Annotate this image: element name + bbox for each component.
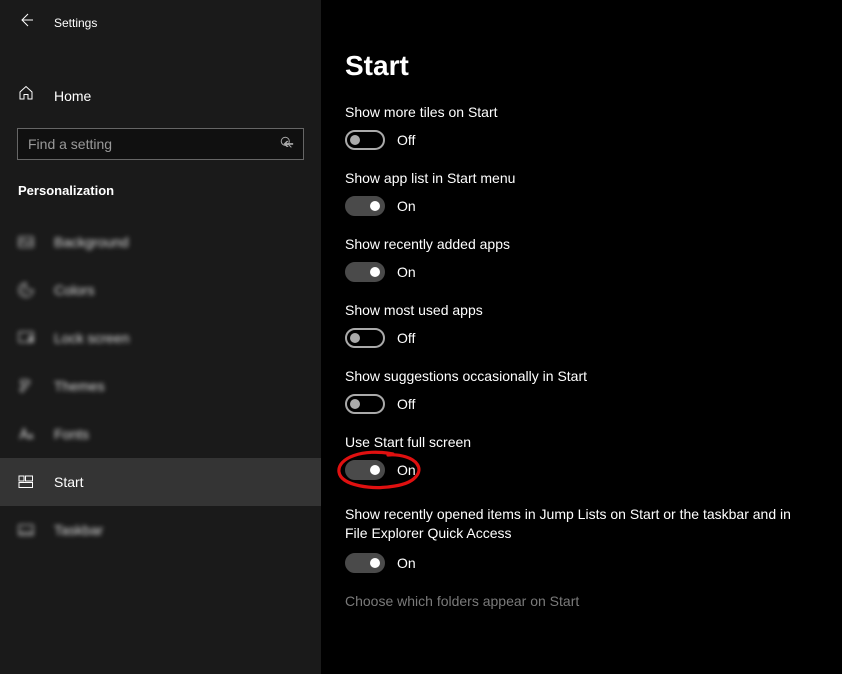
home-label: Home bbox=[54, 88, 91, 104]
page-title: Start bbox=[345, 50, 818, 82]
sidebar-item-start[interactable]: Start bbox=[0, 458, 321, 506]
setting-jump-lists: Show recently opened items in Jump Lists… bbox=[345, 505, 818, 573]
toggle-full-screen[interactable] bbox=[345, 460, 385, 480]
toggle-state: On bbox=[397, 462, 416, 478]
nav-label: Fonts bbox=[54, 426, 89, 442]
toggle-most-used[interactable] bbox=[345, 328, 385, 348]
setting-label: Show app list in Start menu bbox=[345, 170, 818, 186]
setting-label: Use Start full screen bbox=[345, 434, 818, 450]
fonts-icon bbox=[18, 426, 34, 442]
setting-most-used: Show most used apps Off bbox=[345, 302, 818, 348]
setting-recently-added: Show recently added apps On bbox=[345, 236, 818, 282]
colors-icon bbox=[18, 282, 34, 298]
sidebar: Settings Home ➔︎ Personalization Backgro… bbox=[0, 0, 321, 674]
setting-label: Show more tiles on Start bbox=[345, 104, 818, 120]
sidebar-item-background[interactable]: Background bbox=[0, 218, 321, 266]
search-box[interactable]: ➔︎ bbox=[17, 128, 304, 160]
toggle-state: On bbox=[397, 198, 416, 214]
main-content: Start Show more tiles on Start Off Show … bbox=[321, 0, 842, 674]
taskbar-icon bbox=[18, 522, 34, 538]
setting-suggestions: Show suggestions occasionally in Start O… bbox=[345, 368, 818, 414]
setting-label: Show suggestions occasionally in Start bbox=[345, 368, 818, 384]
setting-label: Show recently added apps bbox=[345, 236, 818, 252]
search-input[interactable] bbox=[28, 136, 283, 152]
toggle-app-list[interactable] bbox=[345, 196, 385, 216]
toggle-suggestions[interactable] bbox=[345, 394, 385, 414]
setting-label: Show most used apps bbox=[345, 302, 818, 318]
home-nav[interactable]: Home bbox=[0, 75, 321, 116]
lock-screen-icon bbox=[18, 330, 34, 346]
nav-label: Taskbar bbox=[54, 522, 103, 538]
toggle-state: Off bbox=[397, 396, 415, 412]
setting-label: Show recently opened items in Jump Lists… bbox=[345, 505, 795, 543]
toggle-state: Off bbox=[397, 132, 415, 148]
back-arrow-icon[interactable] bbox=[18, 12, 34, 33]
sidebar-item-colors[interactable]: Colors bbox=[0, 266, 321, 314]
toggle-state: On bbox=[397, 555, 416, 571]
toggle-state: On bbox=[397, 264, 416, 280]
start-icon bbox=[18, 474, 34, 490]
sidebar-item-lock-screen[interactable]: Lock screen bbox=[0, 314, 321, 362]
setting-full-screen: Use Start full screen On bbox=[345, 434, 818, 485]
folders-link[interactable]: Choose which folders appear on Start bbox=[345, 593, 818, 609]
themes-icon bbox=[18, 378, 34, 394]
nav-list: Background Colors Lock screen Themes Fon… bbox=[0, 218, 321, 554]
sidebar-item-themes[interactable]: Themes bbox=[0, 362, 321, 410]
toggle-recently-added[interactable] bbox=[345, 262, 385, 282]
toggle-jump-lists[interactable] bbox=[345, 553, 385, 573]
sidebar-header: Settings bbox=[0, 0, 321, 45]
toggle-state: Off bbox=[397, 330, 415, 346]
category-label: Personalization bbox=[0, 160, 321, 210]
settings-title: Settings bbox=[54, 16, 97, 30]
nav-label: Themes bbox=[54, 378, 105, 394]
search-icon: ➔︎ bbox=[283, 136, 294, 152]
nav-label: Background bbox=[54, 234, 129, 250]
nav-label: Start bbox=[54, 474, 84, 490]
background-icon bbox=[18, 234, 34, 250]
sidebar-item-taskbar[interactable]: Taskbar bbox=[0, 506, 321, 554]
nav-label: Lock screen bbox=[54, 330, 129, 346]
setting-more-tiles: Show more tiles on Start Off bbox=[345, 104, 818, 150]
sidebar-item-fonts[interactable]: Fonts bbox=[0, 410, 321, 458]
nav-label: Colors bbox=[54, 282, 94, 298]
toggle-more-tiles[interactable] bbox=[345, 130, 385, 150]
home-icon bbox=[18, 85, 34, 106]
setting-app-list: Show app list in Start menu On bbox=[345, 170, 818, 216]
